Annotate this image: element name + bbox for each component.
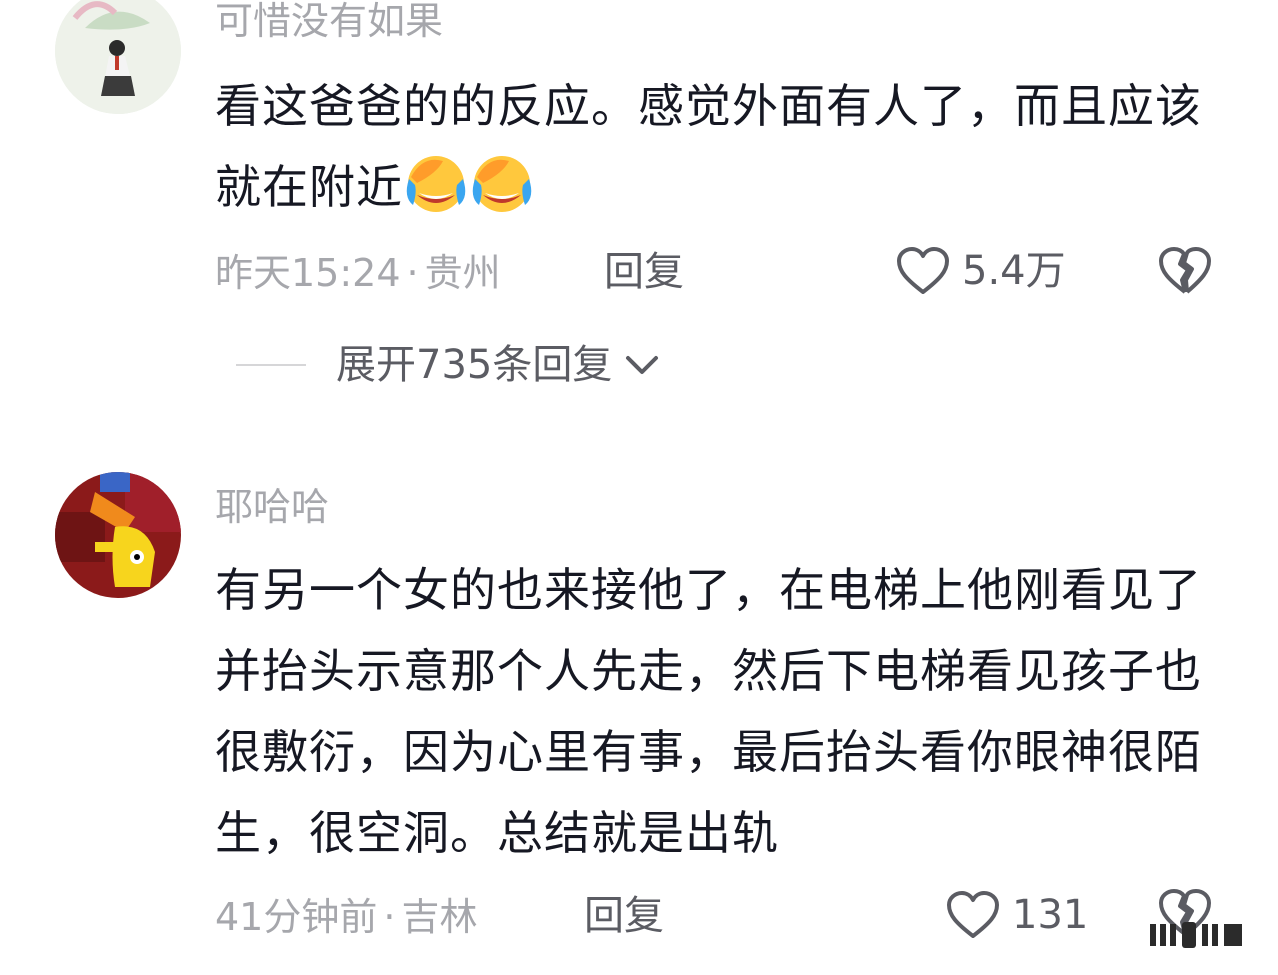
reply-button[interactable]: 回复	[584, 896, 664, 936]
comment-time: 41分钟前	[215, 895, 378, 939]
comment-text: 看这爸爸的的反应。感觉外面有人了，而且应该就在附近	[215, 66, 1215, 228]
avatar-illustration	[55, 0, 181, 114]
comment-meta: 昨天15:24 · 贵州	[215, 254, 501, 292]
laughing-crying-emoji-icon	[403, 149, 469, 215]
like-button[interactable]: 131	[946, 890, 1088, 940]
comment-body: 有另一个女的也来接他了，在电梯上他刚看见了并抬头示意那个人先走，然后下电梯看见孩…	[215, 563, 1202, 860]
comment-meta: 41分钟前 · 吉林	[215, 898, 477, 936]
watermark-logo	[1148, 918, 1248, 952]
avatar[interactable]	[55, 0, 181, 114]
laughing-crying-emoji-icon	[469, 149, 535, 215]
broken-heart-icon	[1159, 247, 1211, 294]
comment-username[interactable]: 可惜没有如果	[215, 2, 443, 40]
heart-outline-icon	[897, 247, 949, 294]
comment-body: 看这爸爸的的反应。感觉外面有人了，而且应该就在附近	[215, 79, 1202, 214]
expand-divider	[236, 364, 306, 366]
like-button[interactable]: 5.4万	[896, 246, 1066, 296]
chevron-down-icon	[626, 356, 659, 374]
comment-location: 吉林	[401, 895, 478, 939]
like-count: 131	[1012, 892, 1089, 938]
heart-outline-icon	[947, 891, 999, 938]
comment-location: 贵州	[424, 251, 501, 295]
expand-replies-label: 展开735条回复	[336, 342, 613, 388]
expand-replies-button[interactable]: 展开735条回复	[236, 345, 660, 385]
avatar[interactable]	[55, 472, 181, 598]
comment-username[interactable]: 耶哈哈	[215, 488, 329, 526]
avatar-illustration	[55, 472, 181, 598]
comment-time: 昨天15:24	[215, 251, 401, 295]
dislike-button[interactable]	[1158, 246, 1212, 300]
meta-separator: ·	[383, 895, 396, 939]
reply-button[interactable]: 回复	[604, 252, 684, 292]
like-count: 5.4万	[962, 248, 1066, 294]
meta-separator: ·	[406, 251, 419, 295]
